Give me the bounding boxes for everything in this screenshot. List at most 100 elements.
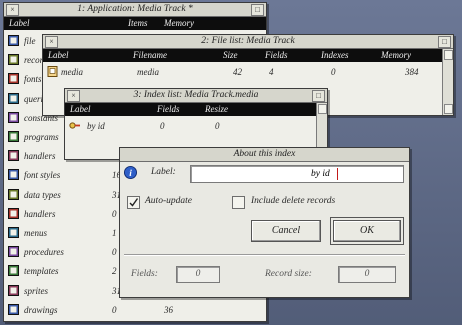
toggle-size-icon[interactable]: □	[312, 90, 325, 102]
item-label: font styles	[24, 170, 61, 181]
application-window-title-bar[interactable]: × 1: Application: Media Track * □	[4, 3, 266, 17]
include-deleted-label: Include delete records	[251, 196, 336, 206]
item-count: 2	[112, 266, 117, 277]
file-list-title-bar[interactable]: × 2: File list: Media Track □	[43, 35, 453, 49]
auto-update-label: Auto-update	[145, 196, 192, 206]
text-cursor	[337, 168, 338, 180]
item-label: templates	[24, 266, 59, 277]
column-header-memory: Memory	[381, 50, 411, 60]
file-memory: 384	[405, 67, 419, 77]
item-count: 0	[112, 208, 117, 219]
index-key-icon	[69, 122, 80, 129]
about-index-dialog[interactable]: About this index i Label: by id Auto-upd…	[119, 147, 410, 298]
item-label: programs	[24, 132, 59, 142]
item-label: data types	[24, 189, 61, 200]
label-caption: Label:	[151, 167, 176, 177]
index-fields: 0	[160, 121, 165, 131]
item-label: fonts	[24, 74, 42, 85]
auto-update-checkbox[interactable]	[127, 196, 140, 209]
ok-button[interactable]: OK	[330, 217, 404, 245]
resource-icon	[8, 73, 19, 85]
item-label: procedures	[24, 247, 64, 258]
resource-icon	[8, 303, 19, 315]
scroll-up-icon[interactable]	[444, 50, 453, 60]
resource-icon	[8, 35, 19, 46]
item-label: drawings	[24, 304, 58, 315]
svg-text:i: i	[129, 169, 132, 179]
column-header-label: Label	[48, 50, 69, 60]
database-file-icon	[47, 66, 58, 77]
include-deleted-checkbox[interactable]	[232, 196, 245, 209]
fields-caption: Fields:	[131, 269, 158, 279]
application-list-item[interactable]: drawings 0 36	[4, 302, 254, 318]
index-resize: 0	[215, 121, 220, 131]
resource-icon	[8, 246, 19, 258]
column-header-memory: Memory	[164, 18, 194, 28]
resource-icon	[8, 150, 19, 162]
item-count: 0	[112, 304, 117, 315]
resource-icon	[8, 169, 19, 181]
application-list-header: Label Items Memory	[4, 17, 266, 30]
scroll-up-icon[interactable]	[318, 104, 327, 114]
file-indexes: 0	[331, 67, 336, 77]
checkmark-icon	[129, 198, 139, 207]
file-fields: 4	[269, 67, 274, 77]
fields-value: 0	[195, 269, 201, 279]
toggle-size-icon[interactable]: □	[438, 36, 451, 48]
column-header-size: Size	[223, 50, 238, 60]
item-memory: 36	[164, 304, 173, 315]
application-window-title: 1: Application: Media Track *	[77, 4, 193, 14]
resource-icon	[8, 188, 19, 200]
index-list-header: Label Fields Resize	[65, 103, 327, 116]
scroll-down-icon[interactable]	[444, 104, 453, 114]
resource-icon	[8, 92, 19, 104]
column-header-fields: Fields	[265, 50, 288, 60]
label-input[interactable]: by id	[190, 165, 404, 183]
index-list-title-bar[interactable]: × 3: Index list: Media Track.media □	[65, 89, 327, 103]
file-filename: media	[137, 67, 159, 77]
resource-icon	[8, 265, 19, 277]
item-count: 0	[112, 247, 117, 258]
column-header-filename: Filename	[133, 50, 167, 60]
record-size-value-box: 0	[338, 266, 396, 283]
dialog-title: About this index	[233, 149, 296, 159]
column-header-items: Items	[128, 18, 148, 28]
column-header-label: Label	[70, 104, 91, 114]
resource-icon	[8, 227, 19, 238]
item-label: handlers	[24, 208, 56, 219]
file-size: 42	[233, 67, 242, 77]
close-icon[interactable]: ×	[45, 36, 58, 48]
file-label: media	[61, 67, 83, 77]
column-header-fields: Fields	[157, 104, 180, 114]
fields-value-box: 0	[176, 266, 220, 283]
close-icon[interactable]: ×	[6, 4, 19, 16]
column-header-resize: Resize	[205, 104, 228, 114]
column-header-indexes: Indexes	[321, 50, 349, 60]
resource-icon	[8, 131, 19, 142]
dialog-separator	[124, 254, 405, 256]
index-list-title: 3: Index list: Media Track.media	[133, 90, 259, 100]
file-row[interactable]: media media 42 4 0 384	[43, 64, 441, 80]
info-icon: i	[124, 166, 137, 179]
file-list-header: Label Filename Size Fields Indexes Memor…	[43, 49, 453, 62]
item-label: menus	[24, 228, 47, 238]
resource-icon	[8, 207, 19, 219]
resource-icon	[8, 54, 19, 66]
item-label: handlers	[24, 151, 56, 162]
resource-icon	[8, 111, 19, 123]
item-label: sprites	[24, 285, 49, 296]
index-label: by id	[87, 121, 105, 131]
column-header-label: Label	[9, 18, 30, 28]
index-row[interactable]: by id 0 0	[65, 118, 315, 134]
record-size-caption: Record size:	[265, 269, 312, 279]
file-list-scrollbar[interactable]	[442, 49, 453, 115]
close-icon[interactable]: ×	[67, 90, 80, 102]
item-count: 1	[112, 228, 117, 238]
cancel-button[interactable]: Cancel	[251, 220, 321, 242]
file-list-title: 2: File list: Media Track	[201, 36, 295, 46]
dialog-title-bar[interactable]: About this index	[120, 148, 409, 162]
toggle-size-icon[interactable]: □	[251, 4, 264, 16]
record-size-value: 0	[364, 269, 370, 279]
item-label: file	[24, 36, 36, 46]
label-input-value: by id	[311, 169, 330, 179]
